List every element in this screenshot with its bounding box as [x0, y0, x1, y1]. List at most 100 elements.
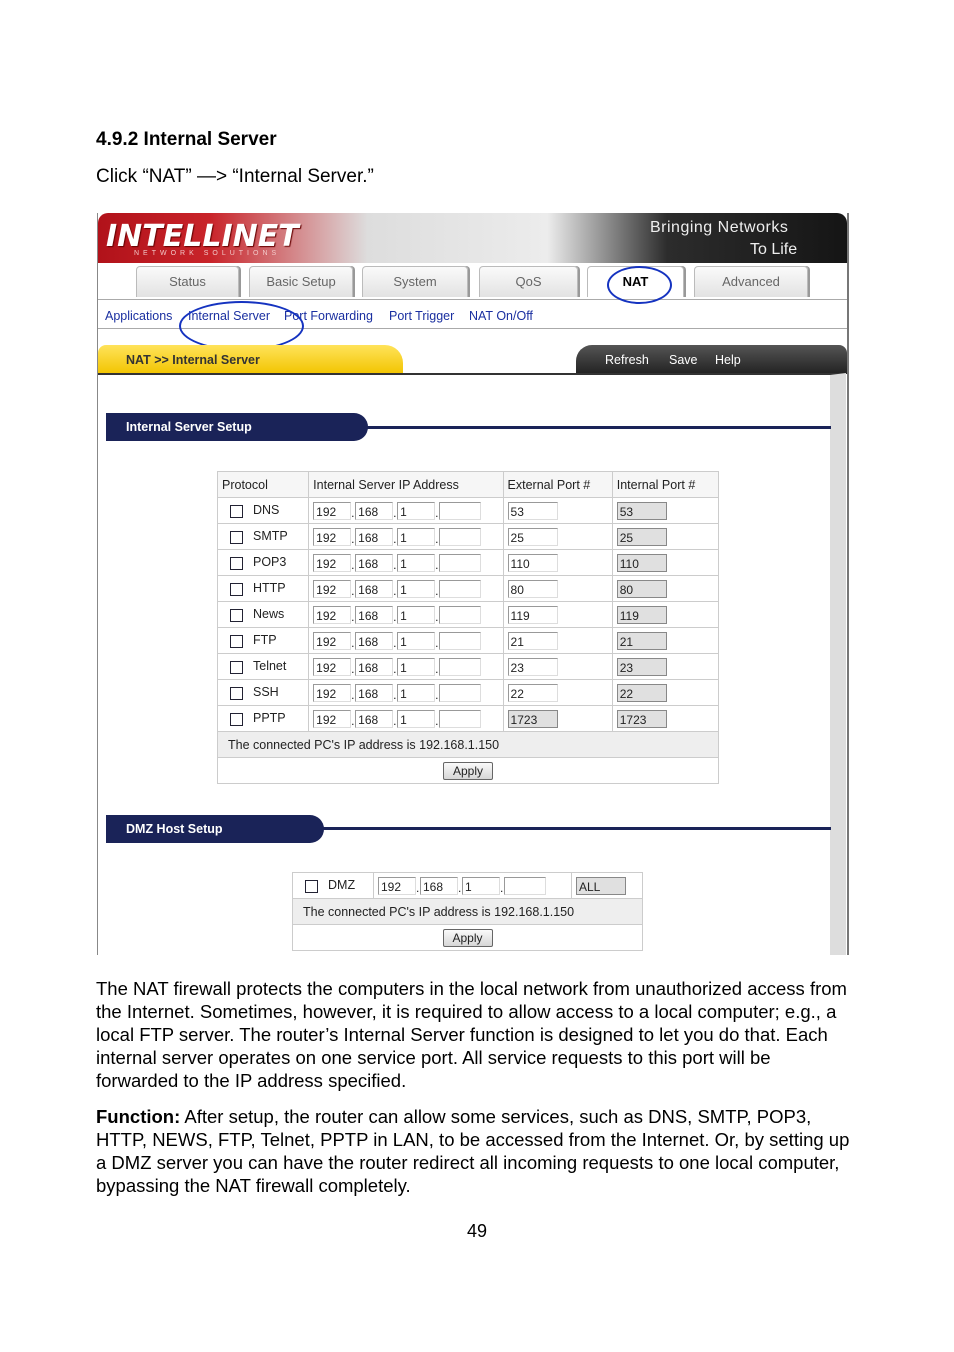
- internal-port-field: 110: [616, 553, 667, 572]
- external-port-field[interactable]: 110: [507, 553, 558, 572]
- ip-octet-3[interactable]: 1: [397, 527, 436, 546]
- ip-octet-2[interactable]: 168: [355, 527, 394, 546]
- ip-octet-1[interactable]: 192: [313, 709, 352, 728]
- ip-octet-1[interactable]: 192: [313, 527, 352, 546]
- protocol-checkbox[interactable]: [230, 556, 243, 570]
- ip-octet-3[interactable]: 1: [397, 501, 436, 520]
- tab-status[interactable]: Status: [136, 266, 239, 297]
- subnav-applications[interactable]: Applications: [105, 309, 172, 323]
- ip-octet-4[interactable]: [439, 579, 482, 598]
- dmz-ip-octet-1[interactable]: 192: [378, 876, 416, 895]
- ip-octet-2[interactable]: 168: [355, 657, 394, 676]
- dmz-checkbox[interactable]: [305, 879, 318, 893]
- internal-server-setup-title: Internal Server Setup: [106, 413, 368, 441]
- internal-port-field: 21: [616, 631, 667, 650]
- external-port-field[interactable]: 21: [507, 631, 558, 650]
- protocol-label: DNS: [253, 503, 280, 518]
- ip-octet-3[interactable]: 1: [397, 709, 436, 728]
- protocol-checkbox[interactable]: [230, 608, 243, 622]
- protocol-checkbox[interactable]: [230, 634, 243, 648]
- dmz-apply-button[interactable]: Apply: [442, 928, 493, 947]
- subnav-nat-onoff[interactable]: NAT On/Off: [469, 309, 533, 323]
- tab-qos[interactable]: QoS: [479, 266, 578, 297]
- external-port-field[interactable]: 23: [507, 657, 558, 676]
- protocol-checkbox[interactable]: [230, 530, 243, 544]
- external-port-field[interactable]: 25: [507, 527, 558, 546]
- ip-octet-2[interactable]: 168: [355, 501, 394, 520]
- column-header: External Port #: [502, 471, 613, 498]
- internal-server-table: Protocol Internal Server IP Address Exte…: [216, 471, 720, 784]
- ip-octet-4[interactable]: [439, 527, 482, 546]
- tab-basic-setup[interactable]: Basic Setup: [249, 266, 353, 297]
- dmz-ip-octet-2[interactable]: 168: [420, 876, 458, 895]
- function-text: After setup, the router can allow some s…: [96, 1106, 850, 1196]
- ip-octet-2[interactable]: 168: [355, 683, 394, 702]
- ip-octet-1[interactable]: 192: [313, 579, 352, 598]
- ip-octet-3[interactable]: 1: [397, 683, 436, 702]
- ip-octet-1[interactable]: 192: [313, 605, 352, 624]
- ip-octet-2[interactable]: 168: [355, 631, 394, 650]
- dmz-ip-octet-3[interactable]: 1: [462, 876, 500, 895]
- dmz-row: DMZ 192. 168. 1. ALL: [292, 872, 643, 899]
- content-area: Internal Server Setup Protocol Internal …: [98, 373, 846, 955]
- dmz-connected-ip-text: The connected PC's IP address is 192.168…: [292, 898, 643, 925]
- ip-octet-4[interactable]: [439, 709, 482, 728]
- ip-octet-4[interactable]: [439, 631, 482, 650]
- ip-octet-1[interactable]: 192: [313, 683, 352, 702]
- ip-octet-3[interactable]: 1: [397, 579, 436, 598]
- slogan-line2: To Life: [750, 241, 798, 258]
- ip-octet-1[interactable]: 192: [313, 553, 352, 572]
- dmz-table: DMZ 192. 168. 1. ALL The connected PC's IP…: [292, 872, 643, 951]
- tab-advanced[interactable]: Advanced: [694, 266, 808, 297]
- external-port-field[interactable]: 119: [507, 605, 558, 624]
- ip-octet-2[interactable]: 168: [355, 605, 394, 624]
- table-row: DNS 192. 168. 1. 53 53: [216, 497, 720, 524]
- refresh-button[interactable]: Refresh: [605, 353, 649, 367]
- table-row: SMTP 192. 168. 1. 25 25: [216, 523, 720, 550]
- ip-octet-4[interactable]: [439, 553, 482, 572]
- ip-octet-1[interactable]: 192: [313, 657, 352, 676]
- nat-highlight-circle: [607, 266, 672, 304]
- help-button[interactable]: Help: [715, 353, 741, 367]
- protocol-checkbox[interactable]: [230, 686, 243, 700]
- ip-octet-4[interactable]: [439, 501, 482, 520]
- ip-octet-4[interactable]: [439, 683, 482, 702]
- tab-system[interactable]: System: [362, 266, 468, 297]
- ip-octet-1[interactable]: 192: [313, 631, 352, 650]
- subnav-port-trigger[interactable]: Port Trigger: [389, 309, 454, 323]
- main-tabs: Status Basic Setup System QoS NAT Advanc…: [98, 263, 847, 300]
- action-bar: Refresh Save Help: [576, 345, 847, 374]
- ip-octet-1[interactable]: 192: [313, 501, 352, 520]
- apply-button[interactable]: Apply: [443, 761, 493, 780]
- internal-server-highlight-circle: [179, 301, 304, 351]
- protocol-checkbox[interactable]: [230, 712, 243, 726]
- protocol-checkbox[interactable]: [230, 504, 243, 518]
- slogan-line1: Bringing Networks: [650, 219, 789, 236]
- external-port-field[interactable]: 80: [507, 579, 558, 598]
- dmz-ip-octet-4[interactable]: [504, 876, 546, 895]
- table-header-row: Protocol Internal Server IP Address Exte…: [216, 471, 720, 498]
- ip-octet-3[interactable]: 1: [397, 631, 436, 650]
- dmz-host-setup-title: DMZ Host Setup: [106, 815, 324, 843]
- ip-octet-2[interactable]: 168: [355, 553, 394, 572]
- save-button[interactable]: Save: [669, 353, 698, 367]
- dmz-port-field: ALL: [576, 876, 626, 895]
- protocol-checkbox[interactable]: [230, 660, 243, 674]
- protocol-label: POP3: [253, 555, 287, 570]
- ip-octet-3[interactable]: 1: [397, 657, 436, 676]
- ip-octet-3[interactable]: 1: [397, 605, 436, 624]
- table-row: Telnet 192. 168. 1. 23 23: [216, 653, 720, 680]
- ip-octet-2[interactable]: 168: [355, 579, 394, 598]
- protocol-checkbox[interactable]: [230, 582, 243, 596]
- description-paragraph: The NAT firewall protects the computers …: [96, 978, 847, 1091]
- ip-octet-3[interactable]: 1: [397, 553, 436, 572]
- page-number: 49: [466, 1221, 488, 1241]
- external-port-field[interactable]: 22: [507, 683, 558, 702]
- ip-octet-4[interactable]: [439, 605, 482, 624]
- ip-octet-2[interactable]: 168: [355, 709, 394, 728]
- protocol-label: Telnet: [253, 659, 287, 674]
- ip-octet-4[interactable]: [439, 657, 482, 676]
- internal-port-field: 1723: [616, 709, 667, 728]
- internal-port-field: 22: [616, 683, 667, 702]
- external-port-field[interactable]: 53: [507, 501, 558, 520]
